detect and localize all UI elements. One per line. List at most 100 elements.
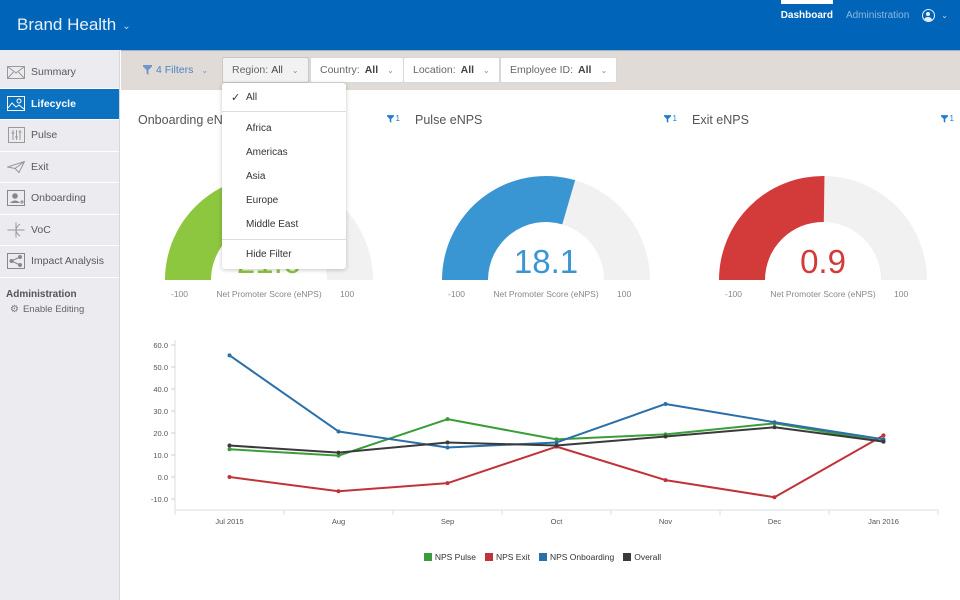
hide-filter-option[interactable]: Hide Filter xyxy=(222,240,346,268)
paper-plane-icon xyxy=(6,159,26,175)
filter-value: All xyxy=(578,64,592,76)
x-tick-label: Sep xyxy=(441,517,454,526)
gauge-axis-label: Net Promoter Score (eNPS) xyxy=(493,289,599,299)
sidebar-item-exit[interactable]: Exit xyxy=(0,152,119,183)
sidebar-item-label: VoC xyxy=(31,223,51,236)
employee-id-filter-button[interactable]: Employee ID: All ⌄ xyxy=(500,57,618,83)
sidebar-item-summary[interactable]: Summary xyxy=(0,57,119,89)
legend-item-overall[interactable]: Overall xyxy=(623,552,661,562)
filter-count: 1 xyxy=(949,114,954,123)
legend-swatch xyxy=(423,553,432,561)
y-tick-label: -10.0 xyxy=(151,495,168,504)
card-filter-badge[interactable]: 1 xyxy=(386,114,400,123)
chevron-down-icon: ⌄ xyxy=(122,20,131,32)
gear-icon: ⚙ xyxy=(10,303,19,315)
checkmark-icon: ✓ xyxy=(231,91,241,104)
line-chart-svg: 60.0 50.0 40.0 30.0 20.0 10.0 0.0 -10.0 Jul 2015… xyxy=(151,340,939,526)
sidebar-item-label: Pulse xyxy=(31,129,58,142)
filter-icon xyxy=(386,114,394,123)
data-point-nps-pulse xyxy=(445,417,450,422)
data-point-nps-pulse xyxy=(227,447,232,452)
gauge-axis-label: Net Promoter Score (eNPS) xyxy=(216,289,322,299)
y-tick-label: 10.0 xyxy=(153,451,168,460)
data-point-nps-onboarding xyxy=(772,420,777,425)
legend-item-nps-exit[interactable]: NPS Exit xyxy=(484,552,530,562)
sidebar-admin-heading: Administration xyxy=(6,288,77,300)
chevron-down-icon: ⌄ xyxy=(600,65,608,75)
legend-item-nps-pulse[interactable]: NPS Pulse xyxy=(423,552,476,562)
legend-item-nps-onboarding[interactable]: NPS Onboarding xyxy=(538,552,615,562)
enable-editing-link[interactable]: ⚙ Enable Editing xyxy=(0,300,119,315)
region-dropdown-menu: ✓ All Africa Americas Asia Europe Middle… xyxy=(222,83,346,269)
location-filter-button[interactable]: Location: All ⌄ xyxy=(403,57,500,83)
nav-administration[interactable]: Administration xyxy=(846,0,909,30)
filter-icon xyxy=(940,114,948,123)
dropdown-option-americas[interactable]: Americas xyxy=(222,140,346,164)
crosshair-icon xyxy=(6,222,26,238)
filter-label: Region: xyxy=(232,64,269,76)
data-point-nps-exit xyxy=(445,481,450,486)
dropdown-option-africa[interactable]: Africa xyxy=(222,116,346,140)
dropdown-option-all[interactable]: ✓ All xyxy=(222,83,346,112)
filter-value: All xyxy=(364,64,379,76)
data-point-nps-onboarding xyxy=(336,429,341,434)
sidebar-item-lifecycle[interactable]: Lifecycle xyxy=(0,88,119,120)
filters-toggle-label: 4 Filters xyxy=(156,64,194,76)
user-menu[interactable]: ⌄ xyxy=(922,0,948,22)
nav-dashboard[interactable]: Dashboard xyxy=(780,0,834,30)
filter-count: 1 xyxy=(672,114,677,123)
sidebar: Summary Lifecycle Pulse Exit Onboarding … xyxy=(0,50,120,600)
top-nav: Dashboard Administration ⌄ xyxy=(780,0,948,50)
sidebar-item-pulse[interactable]: Pulse xyxy=(0,120,119,152)
sidebar-item-impact-analysis[interactable]: Impact Analysis xyxy=(0,246,119,278)
option-label: All xyxy=(246,91,258,103)
project-switcher[interactable]: Brand Health ⌄ xyxy=(17,15,131,35)
card-filter-badge[interactable]: 1 xyxy=(663,114,677,123)
dropdown-option-middle-east[interactable]: Middle East xyxy=(222,212,346,236)
data-point-overall xyxy=(881,439,886,444)
user-avatar-icon xyxy=(922,9,936,22)
card-filter-badge[interactable]: 1 xyxy=(940,114,954,123)
data-point-overall xyxy=(336,450,341,455)
legend-label: NPS Onboarding xyxy=(549,552,615,562)
data-point-overall xyxy=(772,425,777,430)
data-point-overall xyxy=(445,440,450,445)
data-point-nps-onboarding xyxy=(227,353,232,358)
legend-swatch xyxy=(484,553,493,561)
x-tick-label: Dec xyxy=(768,517,782,526)
dropdown-option-asia[interactable]: Asia xyxy=(222,164,346,188)
dropdown-option-europe[interactable]: Europe xyxy=(222,188,346,212)
country-filter-button[interactable]: Country: All ⌄ xyxy=(310,57,404,83)
y-tick-label: 20.0 xyxy=(153,429,168,438)
filter-icon xyxy=(143,65,152,75)
region-filter-button[interactable]: Region: All ⌄ xyxy=(222,57,309,83)
x-tick-label: Aug xyxy=(332,517,345,526)
project-title: Brand Health xyxy=(17,15,117,34)
data-point-nps-exit xyxy=(881,433,886,438)
data-point-nps-exit xyxy=(227,475,232,479)
data-point-overall xyxy=(554,443,559,448)
filters-toggle[interactable]: 4 Filters ⌄ xyxy=(143,64,208,76)
x-tick-label: Jan 2016 xyxy=(868,517,899,526)
card-title: Exit eNPS xyxy=(692,113,749,127)
y-tick-label: 30.0 xyxy=(153,407,168,416)
chevron-down-icon: ⌄ xyxy=(483,65,490,75)
filter-label: Location: xyxy=(413,64,456,76)
envelope-icon xyxy=(6,64,26,80)
sidebar-item-voc[interactable]: VoC xyxy=(0,215,119,246)
gauge-max-label: 100 xyxy=(617,289,632,299)
legend-swatch xyxy=(538,553,547,561)
sidebar-item-onboarding[interactable]: Onboarding xyxy=(0,183,119,215)
legend-swatch xyxy=(623,553,632,561)
filter-value: All xyxy=(271,64,283,76)
y-tick-label: 0.0 xyxy=(158,473,168,482)
gauge-value: 18.1 xyxy=(513,243,579,280)
landscape-icon xyxy=(6,96,26,112)
x-tick-label: Oct xyxy=(551,517,564,526)
x-tick-label: Jul 2015 xyxy=(215,517,243,526)
gauge-max-label: 100 xyxy=(894,289,909,299)
filter-icon xyxy=(663,114,671,123)
legend-label: NPS Exit xyxy=(495,552,530,562)
gauge-card-pulse: Pulse eNPS 1 18.1 -100 Net Promoter Scor… xyxy=(415,106,677,306)
gauge-max-label: 100 xyxy=(340,289,355,299)
